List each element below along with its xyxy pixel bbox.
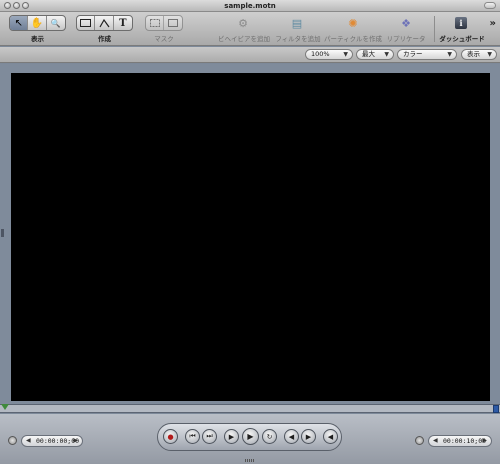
chevron-down-icon: ▼ <box>343 51 348 58</box>
title-bar: sample.motn <box>0 0 500 12</box>
view-tools-group: ↖ ✋ 🔍 <box>9 15 66 31</box>
chevron-down-icon: ▼ <box>384 51 389 58</box>
chevron-down-icon: ▼ <box>487 51 492 58</box>
toolbar-toggle-button[interactable] <box>484 2 496 9</box>
text-icon[interactable]: T <box>114 16 132 30</box>
channel-popup[interactable]: カラー ▼ <box>397 49 457 60</box>
transport-bar: ◀ 00:00:00;00 ▶ ● ⏮ ⏭ ▶ ▶ ↻ ◀ ▶ ◀ ◀ 00:0… <box>0 414 500 464</box>
current-time-field[interactable]: ◀ 00:00:00;00 ▶ <box>21 435 83 447</box>
mask-tools-group <box>145 15 183 31</box>
view-tools-label: 表示 <box>31 35 44 43</box>
toolbar-separator <box>434 16 435 42</box>
playhead-marker[interactable] <box>1 404 9 410</box>
previous-frame-icon[interactable]: ◀ <box>284 429 299 444</box>
canvas-options-bar: 100% ▼ 最大 ▼ カラー ▼ 表示 ▼ <box>0 47 500 63</box>
filter-icon[interactable]: ▤ <box>290 16 304 30</box>
decrement-icon[interactable]: ◀ <box>26 436 31 446</box>
toolbar-overflow-icon[interactable]: » <box>490 18 496 29</box>
zoom-level-value: 100% <box>311 50 330 58</box>
canvas[interactable] <box>11 73 490 401</box>
create-tools-group: T <box>76 15 133 31</box>
bezier-icon[interactable] <box>95 16 114 30</box>
play-range-icon[interactable]: ▶ <box>224 429 239 444</box>
view-value: 表示 <box>467 50 480 58</box>
increment-icon[interactable]: ▶ <box>482 436 487 446</box>
mini-timeline[interactable] <box>0 404 500 413</box>
decrement-icon[interactable]: ◀ <box>433 436 438 446</box>
channel-value: カラー <box>403 50 423 58</box>
particles-icon[interactable]: ✺ <box>346 16 360 30</box>
duration-icon <box>415 436 424 445</box>
hand-icon[interactable]: ✋ <box>28 16 47 30</box>
go-to-end-icon[interactable]: ⏭ <box>202 429 217 444</box>
add-filter-label[interactable]: フィルタを追加 <box>272 33 324 43</box>
play-icon[interactable]: ▶ <box>242 428 259 445</box>
make-particles-label[interactable]: パーティクルを作成 <box>322 33 384 43</box>
replicator-icon[interactable]: ❖ <box>399 16 413 30</box>
gear-icon[interactable]: ⚙ <box>236 16 250 30</box>
resolution-popup[interactable]: 最大 ▼ <box>356 49 394 60</box>
zoom-icon[interactable]: 🔍 <box>47 16 65 30</box>
rectangle-icon[interactable] <box>77 16 96 30</box>
go-to-start-icon[interactable]: ⏮ <box>185 429 200 444</box>
zoom-level-popup[interactable]: 100% ▼ <box>305 49 353 60</box>
record-icon[interactable]: ● <box>163 429 178 444</box>
toolbar: ↖ ✋ 🔍 表示 T 作成 マスク ⚙ ビヘイビアを追加 ▤ フィルタを追加 ✺… <box>0 12 500 46</box>
add-behavior-label[interactable]: ビヘイビアを追加 <box>214 33 274 43</box>
view-popup[interactable]: 表示 ▼ <box>461 49 497 60</box>
loop-icon[interactable]: ↻ <box>262 429 277 444</box>
increment-icon[interactable]: ▶ <box>73 436 78 446</box>
resolution-value: 最大 <box>362 50 375 58</box>
replicator-label[interactable]: リプリケータ <box>382 33 430 43</box>
current-time-icon <box>8 436 17 445</box>
mask-tools-label: マスク <box>154 35 174 43</box>
create-tools-label: 作成 <box>98 35 111 43</box>
chevron-down-icon: ▼ <box>447 51 452 58</box>
next-frame-icon[interactable]: ▶ <box>301 429 316 444</box>
canvas-window: sample.motn ↖ ✋ 🔍 表示 T 作成 マスク ⚙ ビヘイビアを追加… <box>0 0 500 464</box>
window-title: sample.motn <box>224 2 276 10</box>
dashboard-label[interactable]: ダッシュボード <box>438 33 486 43</box>
bezier-mask-icon[interactable] <box>164 16 182 30</box>
out-point-marker[interactable] <box>493 405 499 413</box>
info-icon[interactable]: i <box>455 17 467 29</box>
arrow-icon[interactable]: ↖ <box>10 16 29 30</box>
duration-field[interactable]: ◀ 00:00:10;00 ▶ <box>428 435 492 447</box>
resize-grip[interactable] <box>245 459 255 462</box>
left-panel-grip[interactable] <box>1 229 4 237</box>
canvas-area <box>0 64 500 409</box>
duration-value: 00:00:10;00 <box>443 437 487 445</box>
rect-mask-icon[interactable] <box>146 16 165 30</box>
audio-icon[interactable]: ◀ <box>323 429 338 444</box>
